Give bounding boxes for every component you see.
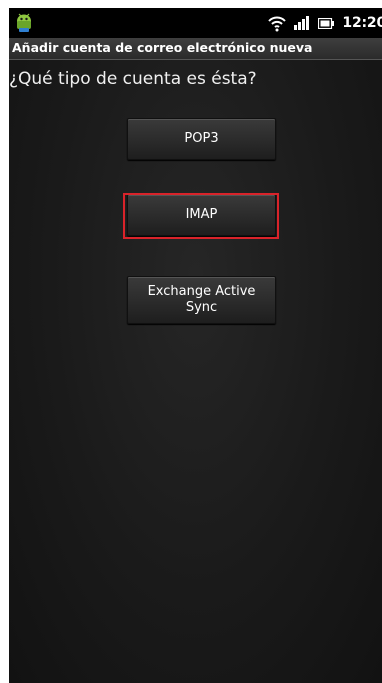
signal-icon — [294, 16, 310, 30]
android-icon — [17, 13, 31, 32]
status-bar: 12:20 — [9, 8, 382, 38]
imap-button[interactable]: IMAP — [127, 194, 276, 236]
phone-screen: 12:20 Añadir cuenta de correo electrónic… — [9, 8, 382, 683]
pop3-button[interactable]: POP3 — [127, 118, 276, 160]
account-type-question: ¿Qué tipo de cuenta es ésta? — [9, 69, 257, 89]
status-icons: 12:20 — [268, 8, 382, 38]
status-time: 12:20 — [342, 15, 382, 31]
page-title: Añadir cuenta de correo electrónico nuev… — [12, 40, 313, 55]
exchange-activesync-button[interactable]: Exchange Active Sync — [127, 276, 276, 324]
main-content: ¿Qué tipo de cuenta es ésta? POP3 IMAP E… — [9, 60, 382, 683]
wifi-icon — [268, 16, 287, 32]
battery-icon — [318, 17, 335, 29]
title-bar: Añadir cuenta de correo electrónico nuev… — [9, 38, 382, 60]
